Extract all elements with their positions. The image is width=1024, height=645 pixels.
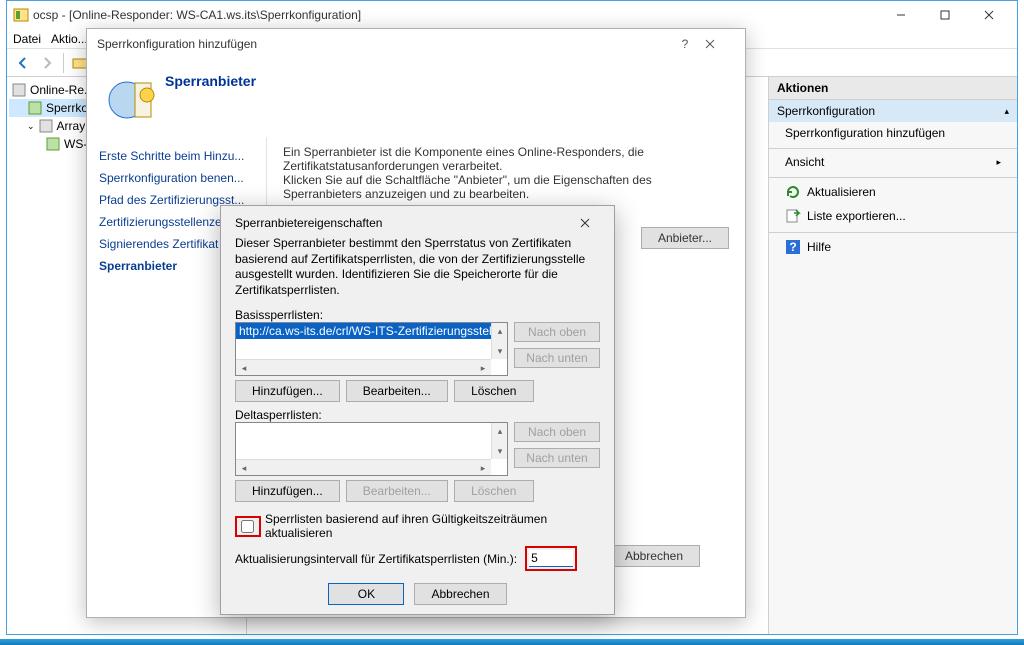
refresh-icon: [785, 184, 801, 200]
delta-edit-button[interactable]: Bearbeiten...: [346, 480, 448, 502]
base-crl-item[interactable]: http://ca.ws-its.de/crl/WS-ITS-Zertifizi…: [236, 323, 507, 339]
minimize-button[interactable]: [879, 3, 923, 27]
maximize-button[interactable]: [923, 3, 967, 27]
actions-header: Aktionen: [769, 77, 1017, 100]
close-button[interactable]: [967, 3, 1011, 27]
delta-crl-label: Deltasperrlisten:: [235, 408, 600, 422]
wizard-close-button[interactable]: [705, 39, 745, 49]
base-edit-button[interactable]: Bearbeiten...: [346, 380, 448, 402]
action-add-config[interactable]: Sperrkonfiguration hinzufügen: [769, 122, 1017, 144]
delta-crl-list[interactable]: ▴▾ ◂▸: [235, 422, 508, 476]
wizard-step[interactable]: Sperrkonfiguration benen...: [99, 167, 258, 189]
action-export[interactable]: Liste exportieren...: [769, 204, 1017, 228]
delta-add-button[interactable]: Hinzufügen...: [235, 480, 340, 502]
wizard-step[interactable]: Erste Schritte beim Hinzu...: [99, 145, 258, 167]
export-icon: [785, 208, 801, 224]
props-cancel-button[interactable]: Abbrechen: [414, 583, 506, 605]
props-intro: Dieser Sperranbieter bestimmt den Sperrs…: [235, 236, 600, 298]
scrollbar-vertical[interactable]: ▴▾: [491, 323, 507, 359]
scrollbar-horizontal[interactable]: ◂▸: [236, 359, 491, 375]
interval-input[interactable]: [529, 550, 573, 567]
delta-move-down-button[interactable]: Nach unten: [514, 448, 600, 468]
config-icon: [27, 100, 43, 116]
provider-button[interactable]: Anbieter...: [641, 227, 729, 249]
wizard-icon: [95, 63, 165, 137]
base-crl-list[interactable]: http://ca.ws-its.de/crl/WS-ITS-Zertifizi…: [235, 322, 508, 376]
scrollbar-vertical[interactable]: ▴▾: [491, 423, 507, 459]
wizard-heading: Sperranbieter: [165, 73, 256, 109]
base-crl-label: Basissperrlisten:: [235, 308, 600, 322]
chevron-right-icon: ▸: [996, 157, 1001, 168]
ok-button[interactable]: OK: [328, 583, 404, 605]
actions-pane: Aktionen Sperrkonfiguration ▴ Sperrkonfi…: [769, 77, 1017, 634]
delta-move-up-button[interactable]: Nach oben: [514, 422, 600, 442]
forward-button[interactable]: [37, 53, 57, 73]
provider-properties-dialog: Sperranbietereigenschaften Dieser Sperra…: [220, 205, 615, 615]
base-move-up-button[interactable]: Nach oben: [514, 322, 600, 342]
wizard-help-button[interactable]: ?: [665, 37, 705, 51]
interval-label: Aktualisierungsintervall für Zertifikats…: [235, 552, 517, 566]
menu-file[interactable]: Datei: [13, 29, 41, 48]
base-move-down-button[interactable]: Nach unten: [514, 348, 600, 368]
node-icon: [45, 136, 61, 152]
window-title: ocsp - [Online-Responder: WS-CA1.ws.its\…: [33, 8, 879, 22]
action-help[interactable]: ? Hilfe: [769, 232, 1017, 259]
delta-delete-button[interactable]: Löschen: [454, 480, 534, 502]
titlebar: ocsp - [Online-Responder: WS-CA1.ws.its\…: [7, 1, 1017, 29]
svg-text:?: ?: [789, 240, 796, 254]
cancel-button[interactable]: Abbrechen: [608, 545, 700, 567]
help-icon: ?: [785, 239, 801, 255]
action-refresh[interactable]: Aktualisieren: [769, 177, 1017, 204]
taskbar: [0, 639, 1024, 645]
collapse-icon[interactable]: ▴: [1004, 106, 1009, 117]
actions-subheader: Sperrkonfiguration ▴: [769, 100, 1017, 122]
props-close-button[interactable]: [580, 218, 600, 228]
refresh-by-validity-label: Sperrlisten basierend auf ihren Gültigke…: [265, 512, 600, 540]
app-icon: [13, 7, 29, 23]
refresh-by-validity-checkbox[interactable]: [241, 520, 254, 533]
wizard-title: Sperrkonfiguration hinzufügen: [97, 37, 257, 51]
base-add-button[interactable]: Hinzufügen...: [235, 380, 340, 402]
array-icon: [38, 118, 54, 134]
scrollbar-horizontal[interactable]: ◂▸: [236, 459, 491, 475]
back-button[interactable]: [13, 53, 33, 73]
expand-icon[interactable]: ⌄: [27, 121, 35, 132]
server-icon: [11, 82, 27, 98]
props-title: Sperranbietereigenschaften: [235, 216, 580, 230]
base-delete-button[interactable]: Löschen: [454, 380, 534, 402]
menu-action[interactable]: Aktio...: [51, 29, 88, 48]
action-view[interactable]: Ansicht▸: [769, 148, 1017, 173]
